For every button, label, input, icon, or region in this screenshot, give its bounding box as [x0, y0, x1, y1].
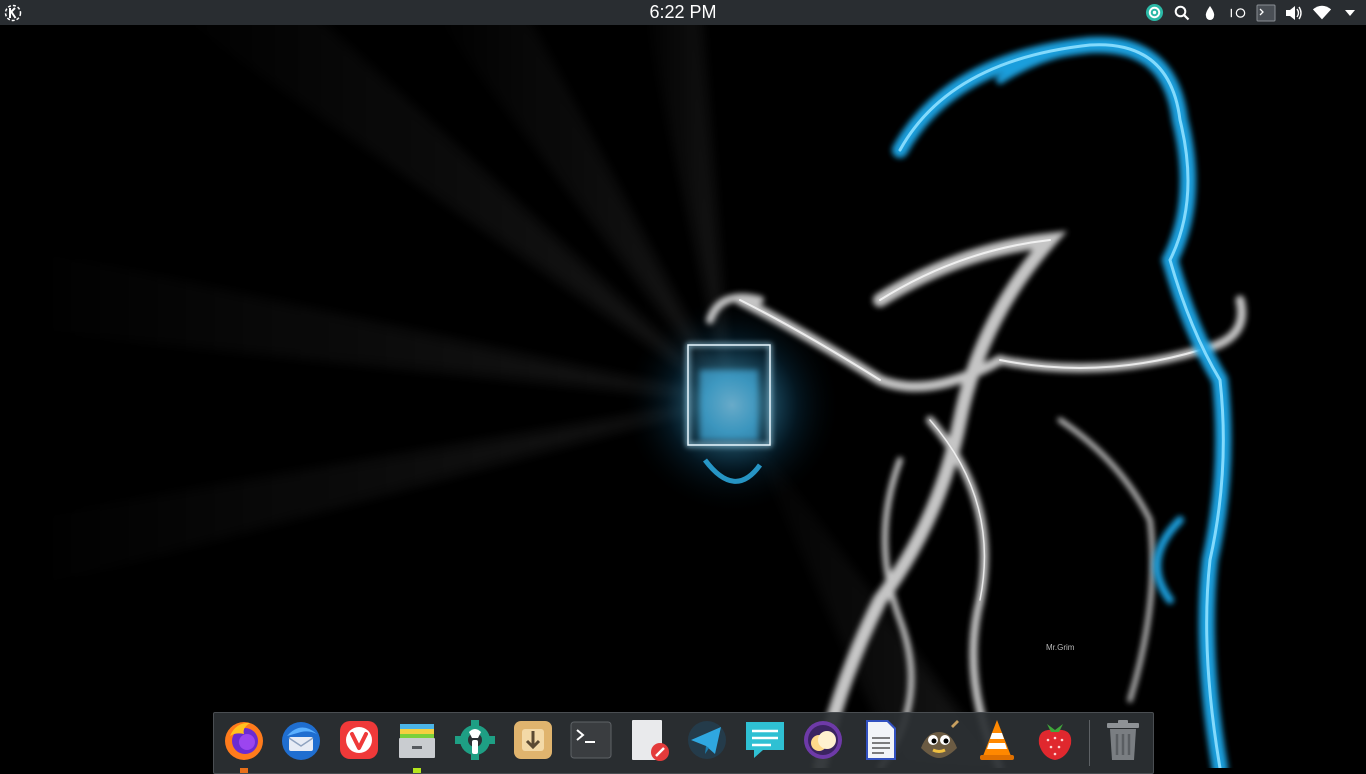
dock-item-document-viewer[interactable]	[858, 717, 904, 763]
terminal-icon	[570, 721, 612, 759]
system-tray	[1144, 2, 1360, 23]
shutter-icon[interactable]	[1144, 3, 1164, 23]
dock-item-cloud-app[interactable]	[800, 717, 846, 763]
circle-toggle-icon[interactable]	[1228, 3, 1248, 23]
dock-item-messaging[interactable]	[742, 717, 788, 763]
dock-item-firefox[interactable]	[221, 717, 267, 773]
vlc-icon	[980, 720, 1014, 760]
dock-separator	[1089, 720, 1090, 766]
top-panel: 6:22 PM	[0, 0, 1366, 25]
desktop-wallpaper	[0, 0, 1366, 768]
dock-item-system-settings[interactable]	[452, 717, 498, 763]
volume-icon[interactable]	[1284, 3, 1304, 23]
dock-item-gimp[interactable]	[916, 717, 962, 763]
dock-item-telegram[interactable]	[684, 717, 730, 763]
dock	[213, 712, 1154, 774]
running-indicator	[240, 768, 248, 773]
telegram-icon	[688, 721, 726, 759]
dock-item-raspberry[interactable]	[1032, 717, 1078, 763]
dock-item-vivaldi[interactable]	[336, 717, 382, 763]
dock-item-file-manager[interactable]	[394, 717, 440, 773]
dock-item-text-editor[interactable]	[626, 717, 672, 763]
dock-item-trash[interactable]	[1100, 717, 1146, 763]
trash-icon	[1107, 720, 1139, 760]
chat-icon	[746, 722, 784, 758]
cloud-app-icon	[804, 721, 842, 759]
wifi-icon[interactable]	[1312, 3, 1332, 23]
strawberry-icon	[1038, 724, 1072, 760]
vivaldi-icon	[340, 721, 378, 759]
settings-gear-icon	[455, 720, 495, 760]
color-picker-icon[interactable]	[1200, 3, 1220, 23]
dock-item-software-installer[interactable]	[510, 717, 556, 763]
wallpaper-signature: Mr.Grim	[1046, 643, 1075, 652]
dock-item-terminal[interactable]	[568, 717, 614, 763]
archive-folder-icon	[399, 724, 435, 758]
gimp-icon	[921, 720, 959, 758]
text-editor-icon	[632, 720, 669, 761]
document-icon	[866, 720, 896, 760]
terminal-tray-icon[interactable]	[1256, 3, 1276, 23]
thunderbird-icon	[282, 722, 320, 760]
search-icon[interactable]	[1172, 3, 1192, 23]
dropdown-arrow-icon[interactable]	[1340, 3, 1360, 23]
dock-item-vlc[interactable]	[974, 717, 1020, 763]
installer-icon	[514, 721, 552, 759]
running-indicator	[413, 768, 421, 773]
dock-item-thunderbird[interactable]	[278, 717, 324, 763]
firefox-icon	[225, 722, 263, 760]
